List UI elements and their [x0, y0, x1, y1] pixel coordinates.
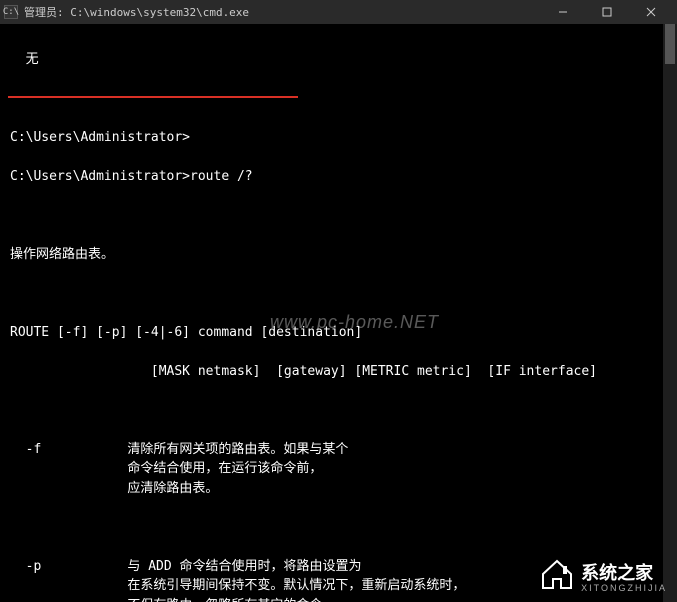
window-titlebar: C:\ 管理员: C:\windows\system32\cmd.exe	[0, 0, 677, 24]
scrollbar-vertical[interactable]	[663, 24, 677, 602]
usage-line: [MASK netmask] [gateway] [METRIC metric]…	[10, 362, 667, 382]
window-title: 管理员: C:\windows\system32\cmd.exe	[24, 4, 541, 20]
terminal-output[interactable]: 无 C:\Users\Administrator> C:\Users\Admin…	[0, 24, 677, 602]
output-line	[10, 89, 667, 109]
entered-command: route /?	[190, 169, 253, 184]
output-line: 无	[10, 50, 667, 70]
prompt-line: C:\Users\Administrator>	[10, 128, 667, 148]
logo-sub-text: XITONGZHIJIA	[581, 583, 667, 593]
output-line	[10, 401, 667, 421]
scrollbar-thumb[interactable]	[665, 24, 675, 64]
site-logo: 系统之家 XITONGZHIJIA	[539, 556, 667, 596]
logo-main-text: 系统之家	[581, 559, 667, 585]
usage-line: ROUTE [-f] [-p] [-4|-6] command [destina…	[10, 323, 667, 343]
prompt-line: C:\Users\Administrator>route /?	[10, 167, 667, 187]
house-icon	[539, 556, 575, 596]
option-f: -f 清除所有网关项的路由表。如果与某个 命令结合使用，在运行该命令前， 应清除…	[10, 440, 667, 499]
highlight-underline	[8, 96, 298, 98]
prompt-path: C:\Users\Administrator>	[10, 169, 190, 184]
output-line	[10, 206, 667, 226]
maximize-button[interactable]	[585, 1, 629, 23]
minimize-button[interactable]	[541, 1, 585, 23]
output-line	[10, 518, 667, 538]
output-line	[10, 284, 667, 304]
output-line: 操作网络路由表。	[10, 245, 667, 265]
close-button[interactable]	[629, 1, 673, 23]
cmd-icon: C:\	[4, 5, 18, 19]
